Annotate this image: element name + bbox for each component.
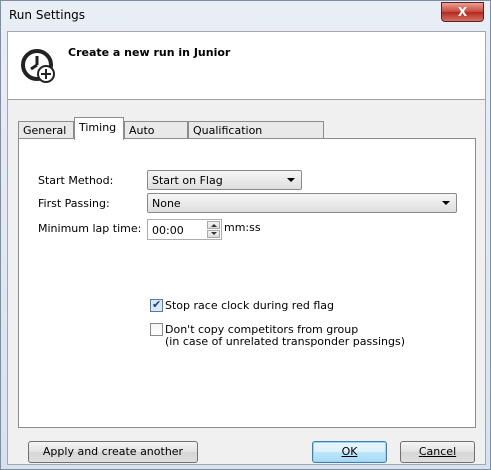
ok-label: OK (341, 445, 358, 458)
stop-clock-label[interactable]: Stop race clock during red flag (165, 299, 334, 312)
apply-and-create-another-button[interactable]: Apply and create another (28, 441, 198, 463)
checkmark-icon: ✔ (152, 298, 162, 311)
first-passing-value: None (152, 197, 181, 210)
chevron-down-icon (442, 201, 450, 205)
start-method-select[interactable]: Start on Flag (147, 170, 302, 190)
dont-copy-label-line2[interactable]: (in case of unrelated transponder passin… (165, 335, 405, 348)
header-panel: Create a new run in Junior (8, 32, 485, 100)
start-method-value: Start on Flag (152, 174, 223, 187)
first-passing-select[interactable]: None (147, 193, 457, 213)
tab-general[interactable]: General (18, 121, 74, 139)
stop-clock-checkbox[interactable]: ✔ (150, 298, 163, 312)
tab-auto-finish[interactable]: Auto finish (124, 121, 188, 150)
clock-plus-icon (21, 49, 55, 83)
close-button[interactable]: X (441, 2, 484, 22)
spin-down-icon[interactable] (207, 230, 220, 238)
window-title: Run Settings (9, 8, 86, 22)
ok-button[interactable]: OK (312, 441, 387, 463)
spin-up-icon[interactable] (207, 221, 220, 229)
title-bar: Run Settings X (1, 1, 490, 31)
min-lap-value: 00:00 (152, 224, 184, 237)
cancel-label: Cancel (418, 445, 457, 458)
cancel-button[interactable]: Cancel (400, 441, 475, 463)
dont-copy-checkbox[interactable] (150, 323, 163, 336)
tab-qualification-requirements[interactable]: Qualification Requirements (188, 121, 324, 150)
start-method-label: Start Method: (38, 174, 114, 187)
run-settings-window: Run Settings X Create a new run in Junio… (0, 0, 491, 470)
first-passing-label: First Passing: (38, 197, 110, 210)
min-lap-unit: mm:ss (224, 221, 261, 234)
tab-timing[interactable]: Timing (74, 117, 124, 140)
min-lap-spinner[interactable] (207, 221, 220, 238)
chevron-down-icon (287, 178, 295, 182)
header-title: Create a new run in Junior (68, 46, 231, 59)
min-lap-input[interactable]: 00:00 (147, 219, 222, 240)
timing-tab-panel: Start Method: Start on Flag First Passin… (18, 138, 476, 428)
min-lap-label: Minimum lap time: (38, 222, 142, 235)
dialog-client-area: Create a new run in Junior General Timin… (7, 31, 486, 465)
